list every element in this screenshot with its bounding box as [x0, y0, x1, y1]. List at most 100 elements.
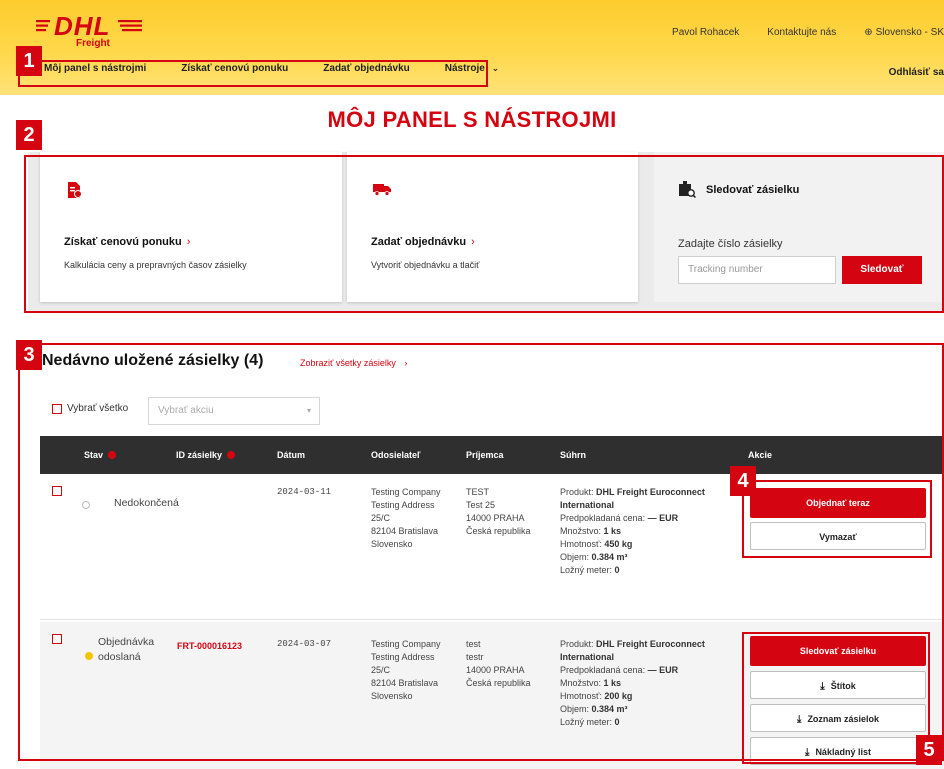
sender-line: 82104 Bratislava: [371, 526, 439, 536]
annotation-number-1: 1: [16, 46, 42, 76]
sender-line: Slovensko: [371, 691, 413, 701]
sender-line: Slovensko: [371, 539, 413, 549]
price-value: — EUR: [647, 665, 679, 675]
nav-dashboard[interactable]: Môj panel s nástrojmi: [44, 63, 146, 74]
row-checkbox[interactable]: [52, 486, 62, 496]
qty-value: 1 ks: [603, 678, 622, 688]
package-search-icon: [679, 181, 696, 198]
logo-dhl-text: DHL: [54, 11, 111, 41]
region-selector[interactable]: ⊕ Slovensko - SK: [864, 27, 944, 38]
recipient-line: Česká republika: [466, 678, 531, 688]
volume-value: 0.384 m³: [591, 704, 628, 714]
order-now-button[interactable]: Objednať teraz: [750, 488, 926, 518]
shipment-summary: Produkt: DHL Freight Euroconnect Interna…: [560, 486, 740, 577]
price-label: Predpokladaná cena:: [560, 513, 646, 523]
track-shipment-button[interactable]: Sledovať zásielku: [750, 636, 926, 666]
product-label: Produkt:: [560, 639, 594, 649]
ldm-label: Ložný meter:: [560, 717, 613, 727]
price-label: Predpokladaná cena:: [560, 665, 646, 675]
contact-link[interactable]: Kontaktujte nás: [767, 27, 836, 38]
recipient-line: Test 25: [466, 500, 496, 510]
quick-actions-area: Získať cenovú ponuku › Kalkulácia ceny a …: [28, 152, 944, 312]
qty-value: 1 ks: [603, 526, 622, 536]
nav-get-quote[interactable]: Získať cenovú ponuku: [181, 63, 288, 74]
shipment-date: 2024-03-11: [277, 487, 332, 497]
dhl-freight-logo[interactable]: DHL Freight: [36, 11, 142, 49]
status-text: Objednávka odoslaná: [98, 636, 155, 663]
quote-card[interactable]: Získať cenovú ponuku › Kalkulácia ceny a …: [40, 152, 342, 302]
sender-line: 25/C: [371, 513, 391, 523]
recipient-line: 14000 PRAHA: [466, 665, 525, 675]
shipment-date: 2024-03-07: [277, 639, 332, 649]
truck-icon: [373, 184, 391, 196]
label-button[interactable]: ⤓ Štítok: [750, 671, 926, 699]
status-text: Nedokončená: [114, 497, 179, 509]
recipient-address: test testr 14000 PRAHA Česká republika: [466, 638, 531, 690]
bulk-action-select[interactable]: Vybrať akciu ▾: [148, 397, 320, 425]
top-links: Pavol Rohacek Kontaktujte nás ⊕ Slovensko…: [672, 27, 944, 38]
tracking-title: Sledovať zásielku: [706, 184, 800, 196]
shipments-table-header: Stav ID zásielky Dátum Odosielateľ Príje…: [40, 436, 944, 474]
row-checkbox[interactable]: [52, 634, 62, 644]
status-dot-icon: [82, 501, 90, 509]
chevron-down-icon: ⌄: [491, 63, 500, 73]
nav-tools[interactable]: Nástroje ⌄: [445, 63, 499, 74]
track-button[interactable]: Sledovať: [842, 256, 922, 284]
download-icon: ⤓: [805, 747, 810, 758]
volume-label: Objem:: [560, 552, 590, 562]
col-sender[interactable]: Odosielateľ: [371, 450, 420, 460]
recent-shipments-title: Nedávno uložené zásielky (4): [42, 352, 264, 369]
chevron-right-icon: ›: [471, 236, 475, 248]
quote-card-title[interactable]: Získať cenovú ponuku ›: [64, 236, 190, 248]
user-name-link[interactable]: Pavol Rohacek: [672, 27, 739, 38]
quote-card-label: Získať cenovú ponuku: [64, 236, 182, 248]
select-all-label: Vybrať všetko: [67, 403, 129, 414]
waybill-button[interactable]: ⤓ Nákladný list: [750, 737, 926, 765]
annotation-number-5: 5: [916, 735, 942, 765]
col-status-label: Stav: [84, 450, 104, 460]
sender-line: Testing Address: [371, 652, 435, 662]
recipient-line: 14000 PRAHA: [466, 513, 525, 523]
logo-freight-text: Freight: [76, 38, 110, 49]
order-card-title[interactable]: Zadať objednávku ›: [371, 236, 475, 248]
qty-label: Množstvo:: [560, 526, 602, 536]
tracking-panel: Sledovať zásielku Zadajte číslo zásielky…: [654, 152, 944, 302]
col-date[interactable]: Dátum: [277, 450, 305, 460]
col-id-label: ID zásielky: [176, 450, 223, 460]
sender-line: 25/C: [371, 665, 391, 675]
nav-place-order[interactable]: Zadať objednávku: [323, 63, 409, 74]
logout-link[interactable]: Odhlásiť sa: [889, 67, 944, 78]
view-all-label: Zobraziť všetky zásielky: [300, 358, 396, 368]
order-card[interactable]: Zadať objednávku › Vytvoriť objednávku a …: [347, 152, 638, 302]
download-icon: ⤓: [820, 681, 825, 692]
delete-button[interactable]: Vymazať: [750, 522, 926, 550]
status-dot-icon: [85, 652, 93, 660]
label-button-text: Štítok: [830, 681, 856, 691]
select-all-checkbox[interactable]: [52, 404, 62, 414]
nav-tools-label: Nástroje: [444, 63, 485, 74]
weight-value: 200 kg: [604, 691, 633, 701]
sender-line: Testing Address: [371, 500, 435, 510]
sender-line: Testing Company: [371, 487, 441, 497]
order-card-description: Vytvoriť objednávku a tlačiť: [371, 260, 480, 270]
sender-line: 82104 Bratislava: [371, 678, 439, 688]
col-status[interactable]: Stav: [84, 450, 117, 460]
view-all-shipments-link[interactable]: Zobraziť všetky zásielky ›: [300, 358, 407, 368]
annotation-number-2: 2: [16, 120, 42, 150]
tracking-label: Zadajte číslo zásielky: [678, 238, 783, 250]
sender-line: Testing Company: [371, 639, 441, 649]
main-nav: Môj panel s nástrojmi Získať cenovú ponu…: [44, 63, 534, 74]
weight-label: Hmotnosť:: [560, 539, 602, 549]
action-select-value: Vybrať akciu: [158, 405, 214, 416]
chevron-right-icon: ›: [186, 236, 191, 248]
region-label: Slovensko - SK: [875, 27, 944, 38]
col-shipment-id[interactable]: ID zásielky: [176, 450, 236, 460]
shipment-list-button[interactable]: ⤓ Zoznam zásielok: [750, 704, 926, 732]
shipment-id-link[interactable]: FRT-000016123: [177, 640, 242, 653]
recipient-line: Česká republika: [466, 526, 531, 536]
annotation-number-4: 4: [730, 466, 756, 496]
tracking-number-input[interactable]: Tracking number: [678, 256, 836, 284]
ldm-label: Ložný meter:: [560, 565, 613, 575]
page-title: MÔJ PANEL S NÁSTROJMI: [327, 107, 617, 132]
col-recipient[interactable]: Príjemca: [466, 450, 504, 460]
